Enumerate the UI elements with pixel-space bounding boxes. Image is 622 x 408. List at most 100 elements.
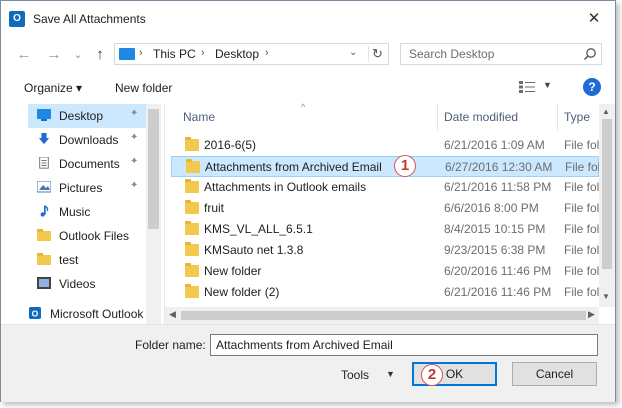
scroll-right-icon[interactable]: ▶ — [588, 309, 595, 320]
file-name: fruit — [204, 201, 225, 215]
folder-icon — [185, 242, 199, 256]
file-name: KMS_VL_ALL_6.5.1 — [204, 222, 313, 236]
folder-icon — [185, 263, 199, 277]
file-date: 6/21/2016 11:46 PM — [444, 285, 552, 299]
forward-arrow-icon[interactable]: → — [44, 45, 64, 65]
scrollbar-thumb[interactable] — [181, 311, 586, 320]
column-separator[interactable] — [437, 104, 438, 130]
address-bar[interactable]: › This PC › Desktop › ⌄ ↻ — [114, 43, 389, 65]
file-list-horizontal-scrollbar[interactable]: ◀ ▶ — [165, 307, 599, 324]
file-type: File fol — [564, 264, 599, 278]
file-row[interactable]: KMSauto net 1.3.8 9/23/2015 6:38 PM File… — [171, 240, 599, 261]
back-arrow-icon[interactable]: ← — [14, 45, 34, 65]
close-button[interactable]: ✕ — [583, 9, 605, 29]
sort-ascending-icon: ^ — [301, 102, 306, 112]
search-box[interactable] — [400, 43, 602, 65]
pin-icon: ✦ — [130, 180, 139, 191]
window-title: Save All Attachments — [33, 12, 146, 26]
navigation-bar: ← → ⌄ ↑ › This PC › Desktop › ⌄ ↻ — [1, 38, 615, 72]
folder-icon — [37, 253, 51, 265]
file-type: File fol — [565, 160, 600, 174]
refresh-icon[interactable]: ↻ — [368, 46, 386, 62]
file-name: Attachments in Outlook emails — [204, 180, 367, 194]
file-type: File fol — [564, 180, 599, 194]
folder-icon — [37, 229, 51, 241]
scrollbar-thumb[interactable] — [602, 119, 612, 269]
sidebar-item-label: Desktop — [59, 109, 104, 123]
file-row-selected[interactable]: Attachments from Archived Email 6/27/201… — [171, 156, 600, 177]
breadcrumb-separator: › — [265, 47, 269, 59]
sidebar-item-label: Microsoft Outlook — [50, 307, 144, 321]
file-row[interactable]: 2016-6(5) 6/21/2016 1:09 AM File fol — [171, 135, 599, 156]
new-folder-button[interactable]: New folder — [115, 81, 172, 95]
folder-icon — [186, 159, 200, 173]
title-bar: O Save All Attachments ✕ — [1, 1, 615, 38]
scroll-down-icon[interactable]: ▼ — [602, 292, 610, 301]
file-date: 6/20/2016 11:46 PM — [444, 264, 552, 278]
tools-menu[interactable]: Tools — [341, 368, 369, 382]
folder-name-field[interactable] — [210, 334, 598, 356]
navigation-pane: Desktop ✦ Downloads ✦ Documents ✦ Pictur… — [28, 104, 161, 326]
organize-menu[interactable]: Organize ▾ — [24, 81, 82, 95]
file-row[interactable]: fruit 6/6/2016 8:00 PM File fol — [171, 198, 599, 219]
file-date: 9/23/2015 6:38 PM — [444, 243, 546, 257]
search-icon[interactable] — [583, 47, 597, 61]
sidebar-item-microsoft-outlook[interactable]: O Microsoft Outlook — [28, 302, 161, 326]
column-header-type[interactable]: Type — [564, 110, 590, 124]
help-icon[interactable]: ? — [583, 78, 601, 96]
dialog-footer: Folder name: Tools ▼ OK Cancel 2 — [1, 324, 615, 402]
cancel-button[interactable]: Cancel — [512, 362, 597, 386]
sidebar-item-outlook-files[interactable]: Outlook Files — [28, 224, 146, 248]
view-options-icon[interactable] — [519, 81, 535, 93]
recent-locations-chevron-icon[interactable]: ⌄ — [68, 45, 88, 65]
view-dropdown-icon[interactable]: ▼ — [543, 80, 552, 90]
file-name: KMSauto net 1.3.8 — [204, 243, 304, 257]
music-icon — [40, 205, 49, 217]
file-list-vertical-scrollbar[interactable]: ▲ ▼ — [599, 104, 615, 307]
file-type: File fol — [564, 285, 599, 299]
pane-divider[interactable] — [164, 104, 165, 329]
download-icon — [38, 133, 50, 145]
breadcrumb-desktop[interactable]: Desktop — [215, 47, 259, 61]
file-date: 6/27/2016 12:30 AM — [445, 160, 553, 174]
svg-text:O: O — [32, 308, 39, 318]
pin-icon: ✦ — [130, 156, 139, 167]
sidebar-item-label: Documents — [59, 157, 120, 171]
outlook-icon: O — [29, 307, 41, 319]
file-date: 6/21/2016 1:09 AM — [444, 138, 545, 152]
pictures-icon — [37, 181, 51, 193]
scrollbar-thumb[interactable] — [148, 109, 159, 229]
sidebar-item-downloads[interactable]: Downloads ✦ — [28, 128, 146, 152]
scroll-left-icon[interactable]: ◀ — [169, 309, 176, 320]
folder-icon — [185, 221, 199, 235]
sidebar-item-test[interactable]: test — [28, 248, 146, 272]
sidebar-scrollbar[interactable] — [146, 104, 161, 329]
step-2-badge: 2 — [421, 364, 443, 386]
folder-icon — [185, 179, 199, 193]
address-dropdown-chevron-icon[interactable]: ⌄ — [349, 47, 357, 58]
search-input[interactable] — [401, 44, 581, 64]
file-date: 8/4/2015 10:15 PM — [444, 222, 546, 236]
up-arrow-icon[interactable]: ↑ — [90, 45, 110, 65]
file-row[interactable]: Attachments in Outlook emails 6/21/2016 … — [171, 177, 599, 198]
column-header-name[interactable]: Name — [183, 110, 215, 124]
file-date: 6/6/2016 8:00 PM — [444, 201, 539, 215]
sidebar-item-documents[interactable]: Documents ✦ — [28, 152, 146, 176]
file-row[interactable]: New folder 6/20/2016 11:46 PM File fol — [171, 261, 599, 282]
sidebar-item-desktop[interactable]: Desktop ✦ — [28, 104, 146, 128]
file-type: File fol — [564, 243, 599, 257]
file-row[interactable]: New folder (2) 6/21/2016 11:46 PM File f… — [171, 282, 599, 303]
sidebar-item-pictures[interactable]: Pictures ✦ — [28, 176, 146, 200]
file-name: New folder (2) — [204, 285, 280, 299]
column-separator[interactable] — [557, 104, 558, 130]
column-header-date-modified[interactable]: Date modified — [444, 110, 518, 124]
sidebar-item-label: test — [59, 253, 79, 267]
file-name: 2016-6(5) — [204, 138, 257, 152]
scroll-up-icon[interactable]: ▲ — [602, 107, 610, 116]
tools-dropdown-icon[interactable]: ▼ — [386, 369, 395, 379]
sidebar-item-music[interactable]: Music — [28, 200, 146, 224]
pin-icon: ✦ — [130, 108, 139, 119]
sidebar-item-videos[interactable]: Videos — [28, 272, 146, 296]
breadcrumb-this-pc[interactable]: This PC — [153, 47, 196, 61]
file-row[interactable]: KMS_VL_ALL_6.5.1 8/4/2015 10:15 PM File … — [171, 219, 599, 240]
